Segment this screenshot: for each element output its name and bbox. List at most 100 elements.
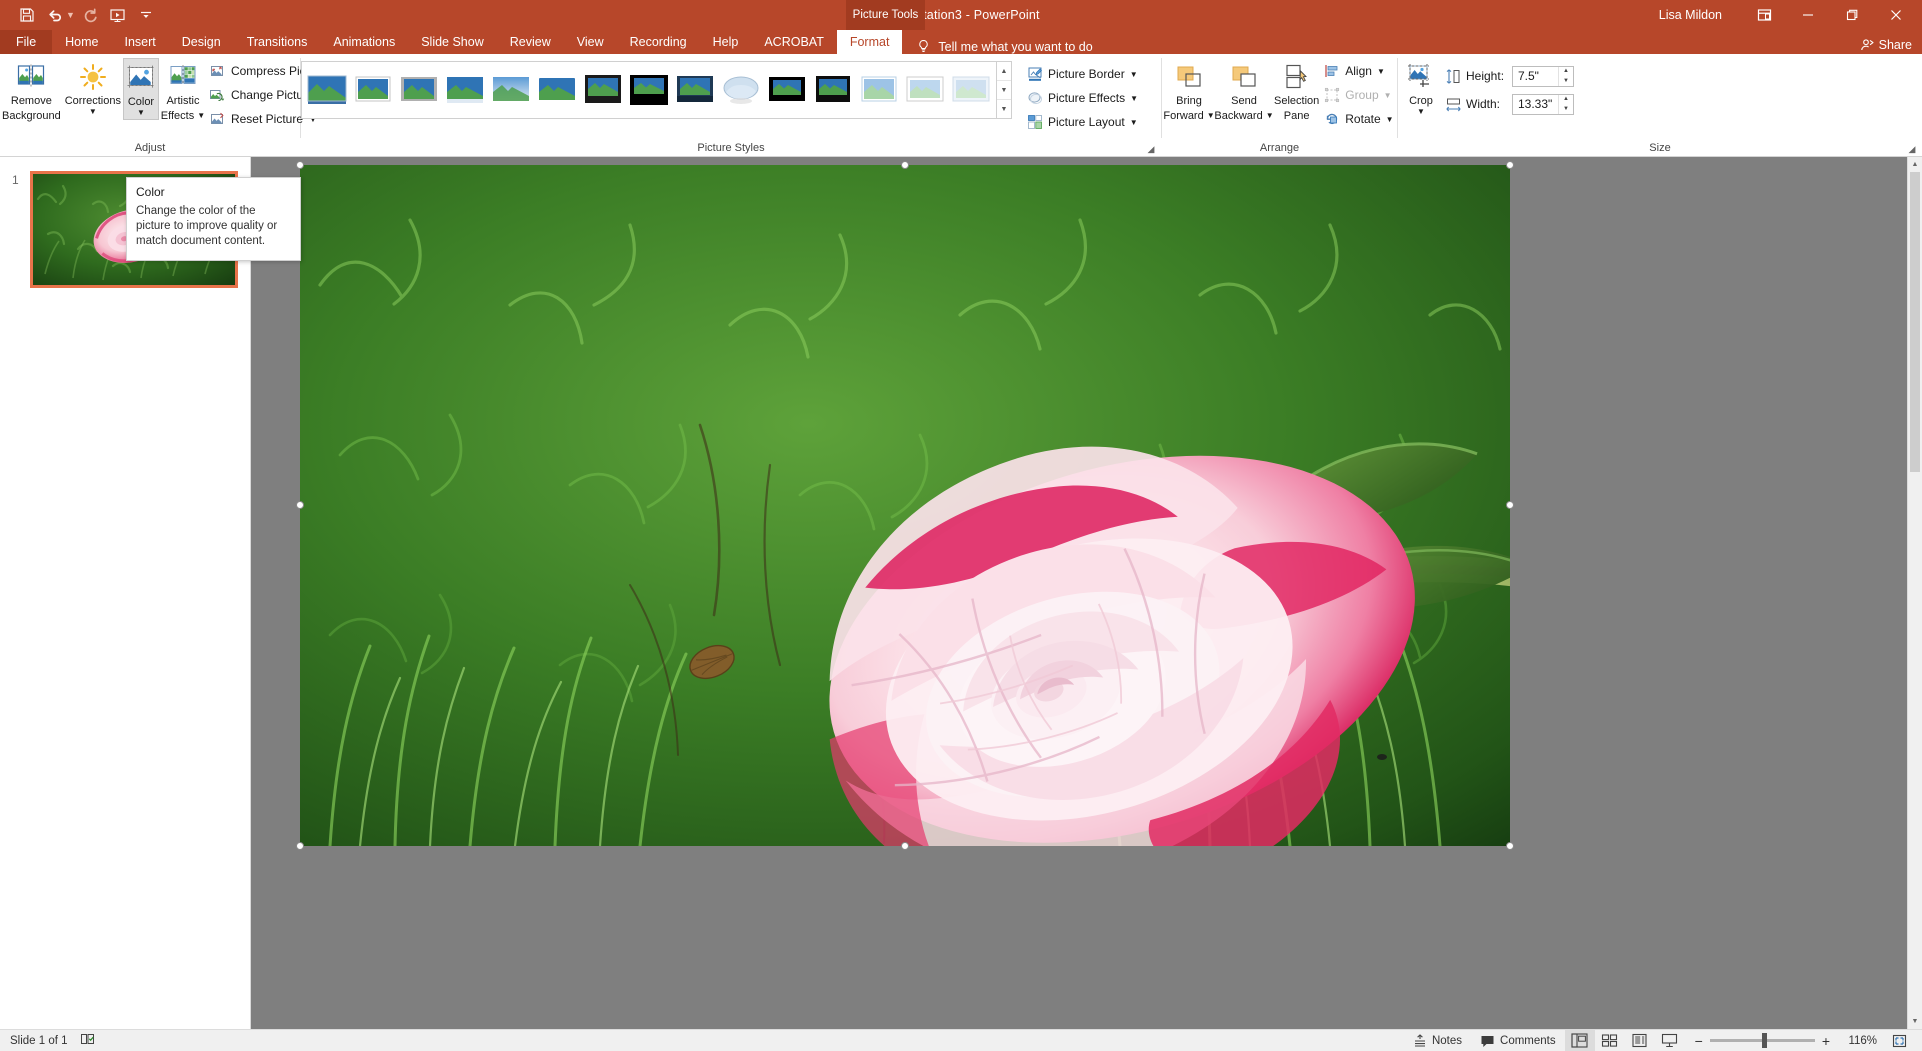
zoom-slider-thumb[interactable]	[1761, 1033, 1767, 1048]
picture-style-thumb[interactable]	[949, 67, 993, 113]
ribbon-display-options-icon[interactable]	[1742, 0, 1786, 30]
height-spinner-up-icon[interactable]: ▲	[1559, 67, 1573, 77]
slide-canvas[interactable]	[300, 165, 1629, 881]
picture-style-thumb[interactable]	[489, 67, 533, 113]
tell-me-search[interactable]: Tell me what you want to do	[916, 39, 1093, 54]
zoom-percentage[interactable]: 116%	[1837, 1035, 1877, 1047]
tab-design[interactable]: Design	[169, 30, 234, 54]
slide-editor[interactable]: ▲ ▼	[251, 157, 1922, 1029]
tab-acrobat[interactable]: ACROBAT	[751, 30, 837, 54]
picture-styles-gallery[interactable]	[301, 61, 997, 119]
reading-view-button[interactable]	[1625, 1030, 1655, 1051]
crop-chevron-down-icon[interactable]: ▼	[1417, 107, 1425, 115]
picture-style-thumb[interactable]	[443, 67, 487, 113]
start-from-beginning-icon[interactable]	[105, 3, 131, 27]
customize-quick-access-toolbar-icon[interactable]	[133, 3, 159, 27]
notes-button[interactable]: Notes	[1404, 1030, 1471, 1051]
height-spinner-down-icon[interactable]: ▼	[1559, 76, 1573, 86]
width-spinner[interactable]: ▲ ▼	[1558, 94, 1573, 114]
crop-button[interactable]: Crop ▼	[1398, 58, 1444, 118]
rotate-chevron-down-icon[interactable]: ▼	[1386, 115, 1394, 123]
fit-to-window-button[interactable]	[1884, 1030, 1914, 1051]
width-input[interactable]: 13.33" ▲ ▼	[1512, 93, 1574, 115]
selection-pane-button[interactable]: Selection Pane	[1272, 58, 1321, 125]
tab-review[interactable]: Review	[497, 30, 564, 54]
tab-animations[interactable]: Animations	[320, 30, 408, 54]
selection-handle-bottom-center[interactable]	[901, 842, 909, 850]
scroll-down-icon[interactable]: ▼	[1908, 1014, 1922, 1029]
share-button[interactable]: Share	[1860, 38, 1912, 52]
picture-style-thumb[interactable]	[397, 67, 441, 113]
artistic-effects-chevron-down-icon[interactable]: ▼	[197, 112, 205, 120]
picture-layout-button[interactable]: Picture Layout ▼	[1024, 111, 1144, 133]
slide-sorter-view-button[interactable]	[1595, 1030, 1625, 1051]
slide-indicator[interactable]: Slide 1 of 1	[10, 1035, 68, 1047]
gallery-more-icon[interactable]: ▼	[997, 100, 1011, 118]
picture-style-thumb[interactable]	[581, 67, 625, 113]
gallery-scroll-up-icon[interactable]: ▲	[997, 62, 1011, 81]
picture-style-thumb[interactable]	[627, 67, 671, 113]
accessibility-checker-icon[interactable]	[80, 1032, 95, 1049]
scrollbar-thumb[interactable]	[1910, 172, 1920, 472]
width-spinner-down-icon[interactable]: ▼	[1559, 104, 1573, 114]
picture-style-thumb[interactable]	[673, 67, 717, 113]
picture-border-chevron-down-icon[interactable]: ▼	[1130, 70, 1138, 78]
size-dialog-launcher[interactable]: ◢	[1906, 143, 1918, 155]
picture-layout-chevron-down-icon[interactable]: ▼	[1130, 118, 1138, 126]
selection-handle-middle-right[interactable]	[1506, 501, 1514, 509]
rotate-button[interactable]: Rotate ▼	[1321, 108, 1399, 130]
remove-background-button[interactable]: Remove Background	[0, 58, 63, 125]
width-spinner-up-icon[interactable]: ▲	[1559, 95, 1573, 105]
zoom-in-button[interactable]: +	[1822, 1033, 1830, 1049]
tab-help[interactable]: Help	[700, 30, 752, 54]
gallery-scroll-down-icon[interactable]: ▼	[997, 81, 1011, 100]
scroll-up-icon[interactable]: ▲	[1908, 157, 1922, 172]
artistic-effects-button[interactable]: Artistic Effects ▼	[159, 58, 207, 125]
selection-handle-top-center[interactable]	[901, 161, 909, 169]
send-backward-button[interactable]: Send Backward ▼	[1214, 58, 1274, 125]
normal-view-button[interactable]	[1564, 1029, 1595, 1051]
corrections-chevron-down-icon[interactable]: ▼	[89, 107, 97, 115]
selection-handle-bottom-right[interactable]	[1506, 842, 1514, 850]
gallery-scroll-buttons[interactable]: ▲ ▼ ▼	[997, 61, 1012, 119]
color-chevron-down-icon[interactable]: ▼	[137, 108, 145, 116]
picture-styles-dialog-launcher[interactable]: ◢	[1145, 143, 1157, 155]
align-chevron-down-icon[interactable]: ▼	[1377, 67, 1385, 75]
tab-recording[interactable]: Recording	[617, 30, 700, 54]
picture-style-thumb[interactable]	[305, 67, 349, 113]
slide-show-view-button[interactable]	[1655, 1030, 1685, 1051]
tab-file[interactable]: File	[0, 30, 53, 54]
picture-style-thumb[interactable]	[535, 67, 579, 113]
align-button[interactable]: Align ▼	[1321, 60, 1399, 82]
picture-style-thumb[interactable]	[903, 67, 947, 113]
tab-insert[interactable]: Insert	[112, 30, 169, 54]
selection-handle-top-right[interactable]	[1506, 161, 1514, 169]
redo-icon[interactable]	[77, 3, 103, 27]
user-account-name[interactable]: Lisa Mildon	[1659, 8, 1722, 22]
selection-handle-bottom-left[interactable]	[296, 842, 304, 850]
tab-home[interactable]: Home	[52, 30, 111, 54]
tab-slide-show[interactable]: Slide Show	[408, 30, 497, 54]
selection-handle-middle-left[interactable]	[296, 501, 304, 509]
tab-view[interactable]: View	[564, 30, 617, 54]
tab-transitions[interactable]: Transitions	[234, 30, 321, 54]
save-icon[interactable]	[14, 3, 40, 27]
height-input[interactable]: 7.5" ▲ ▼	[1512, 65, 1574, 87]
picture-style-thumb[interactable]	[719, 67, 763, 113]
selection-handle-top-left[interactable]	[296, 161, 304, 169]
bring-forward-button[interactable]: Bring Forward ▼	[1162, 58, 1216, 125]
comments-button[interactable]: Comments	[1471, 1030, 1565, 1051]
restore-icon[interactable]	[1830, 0, 1874, 30]
close-icon[interactable]	[1874, 0, 1918, 30]
zoom-slider[interactable]	[1709, 1033, 1815, 1048]
picture-style-thumb[interactable]	[857, 67, 901, 113]
picture-style-thumb[interactable]	[811, 67, 855, 113]
minimize-icon[interactable]	[1786, 0, 1830, 30]
picture-style-thumb[interactable]	[351, 67, 395, 113]
picture-effects-button[interactable]: Picture Effects ▼	[1024, 87, 1144, 109]
height-spinner[interactable]: ▲ ▼	[1558, 66, 1573, 86]
color-button[interactable]: Color ▼	[122, 58, 159, 120]
picture-style-thumb[interactable]	[765, 67, 809, 113]
tab-format[interactable]: Format	[836, 30, 903, 54]
picture-border-button[interactable]: Picture Border ▼	[1024, 63, 1144, 85]
